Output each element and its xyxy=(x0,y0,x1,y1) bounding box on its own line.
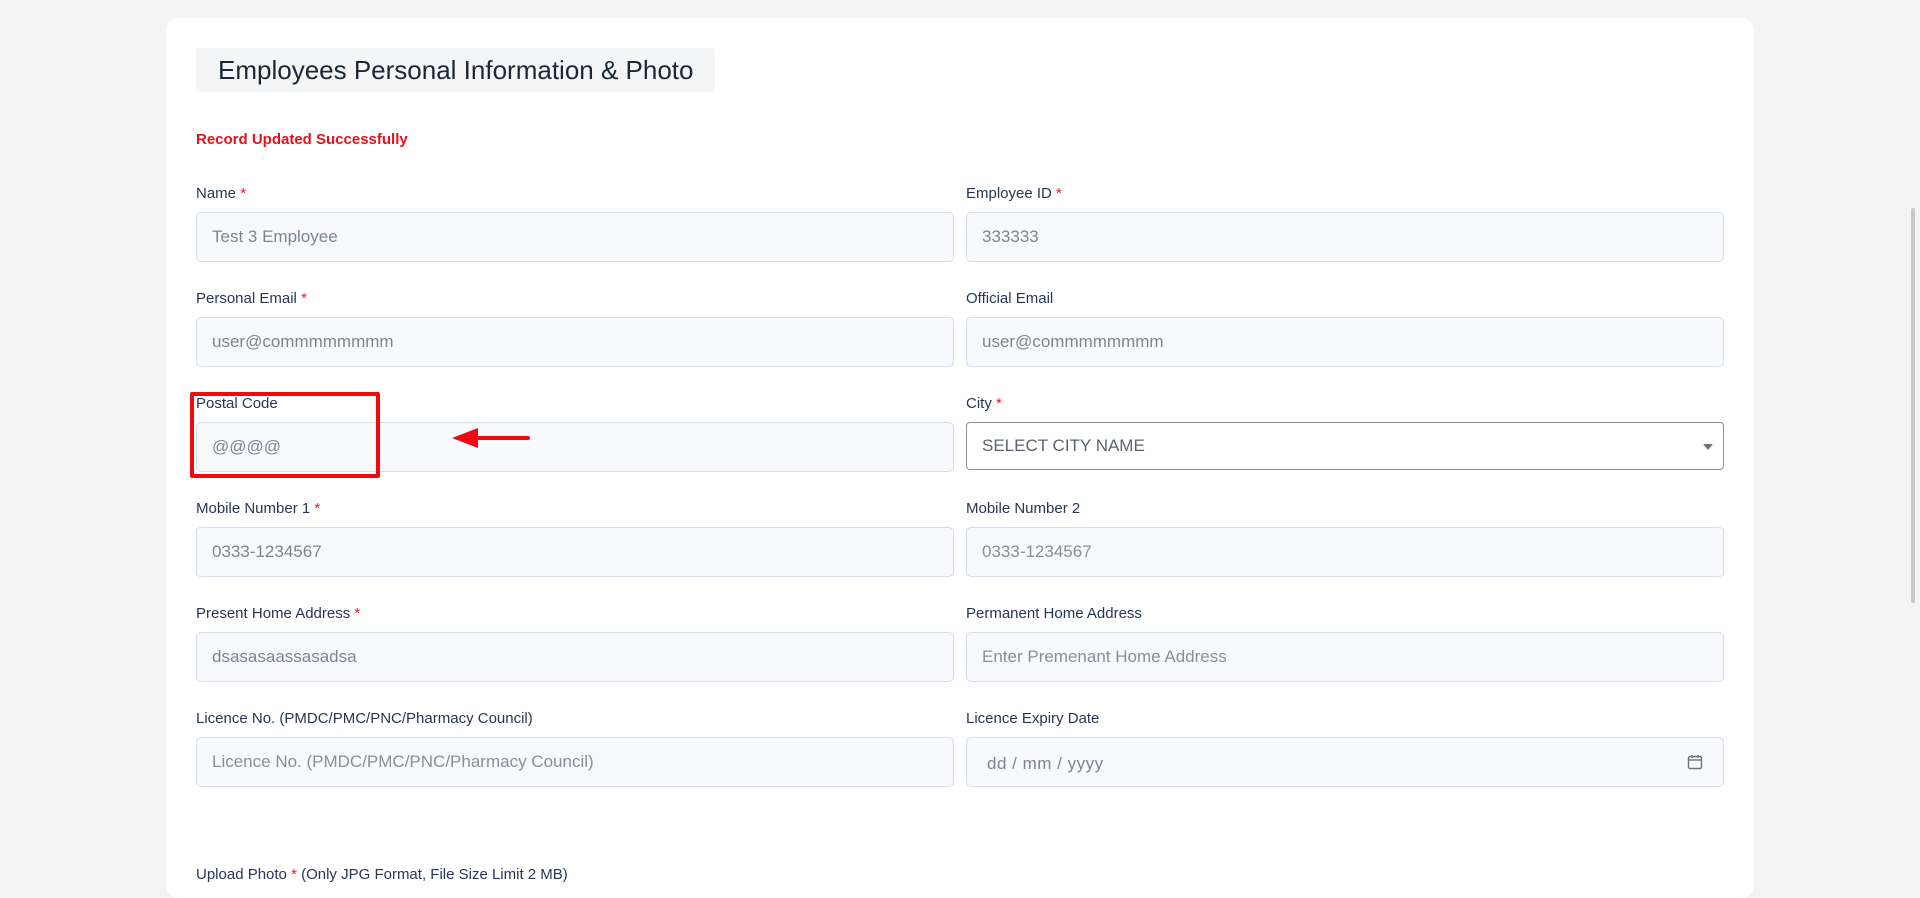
city-select-value: SELECT CITY NAME xyxy=(982,436,1145,455)
city-label: City * xyxy=(966,395,1002,412)
present-address-label: Present Home Address * xyxy=(196,605,361,622)
present-address-field-group: Present Home Address * xyxy=(196,605,954,682)
licence-no-label: Licence No. (PMDC/PMC/PNC/Pharmacy Counc… xyxy=(196,710,533,727)
mobile-2-label: Mobile Number 2 xyxy=(966,500,1081,517)
status-message: Record Updated Successfully xyxy=(196,131,408,148)
official-email-field-group: Official Email xyxy=(966,290,1724,367)
upload-photo-label: Upload Photo * (Only JPG Format, File Si… xyxy=(196,866,568,883)
employee-id-input[interactable] xyxy=(966,212,1724,262)
name-input[interactable] xyxy=(196,212,954,262)
vertical-scrollbar[interactable] xyxy=(1906,0,1920,880)
personal-email-input[interactable] xyxy=(196,317,954,367)
licence-no-input[interactable] xyxy=(196,737,954,787)
calendar-icon[interactable] xyxy=(1687,754,1703,770)
permanent-address-label: Permanent Home Address xyxy=(966,605,1142,622)
personal-email-field-group: Personal Email * xyxy=(196,290,954,367)
name-field-group: Name * xyxy=(196,185,954,262)
date-placeholder: dd / mm / yyyy xyxy=(987,754,1104,773)
official-email-label: Official Email xyxy=(966,290,1054,307)
city-field-group: City * SELECT CITY NAME xyxy=(966,395,1724,470)
page-title: Employees Personal Information & Photo xyxy=(196,48,716,92)
licence-no-field-group: Licence No. (PMDC/PMC/PNC/Pharmacy Counc… xyxy=(196,710,954,787)
name-label: Name * xyxy=(196,185,247,202)
annotation-highlight-box xyxy=(190,392,380,478)
official-email-input[interactable] xyxy=(966,317,1724,367)
permanent-address-field-group: Permanent Home Address xyxy=(966,605,1724,682)
personal-email-label: Personal Email * xyxy=(196,290,307,307)
mobile-1-field-group: Mobile Number 1 * xyxy=(196,500,954,577)
employee-id-label: Employee ID * xyxy=(966,185,1062,202)
city-select[interactable]: SELECT CITY NAME xyxy=(966,422,1724,470)
employee-id-field-group: Employee ID * xyxy=(966,185,1724,262)
chevron-down-icon xyxy=(1703,444,1713,450)
mobile-2-field-group: Mobile Number 2 xyxy=(966,500,1724,577)
licence-expiry-field-group: Licence Expiry Date dd / mm / yyyy xyxy=(966,710,1724,787)
arrow-left-icon xyxy=(452,428,530,448)
present-address-input[interactable] xyxy=(196,632,954,682)
licence-expiry-date-input[interactable]: dd / mm / yyyy xyxy=(966,737,1724,787)
scrollbar-thumb[interactable] xyxy=(1911,208,1915,603)
form-card: Employees Personal Information & Photo R… xyxy=(166,18,1754,898)
permanent-address-input[interactable] xyxy=(966,632,1724,682)
licence-expiry-label: Licence Expiry Date xyxy=(966,710,1100,727)
mobile-2-input[interactable] xyxy=(966,527,1724,577)
mobile-1-label: Mobile Number 1 * xyxy=(196,500,321,517)
mobile-1-input[interactable] xyxy=(196,527,954,577)
